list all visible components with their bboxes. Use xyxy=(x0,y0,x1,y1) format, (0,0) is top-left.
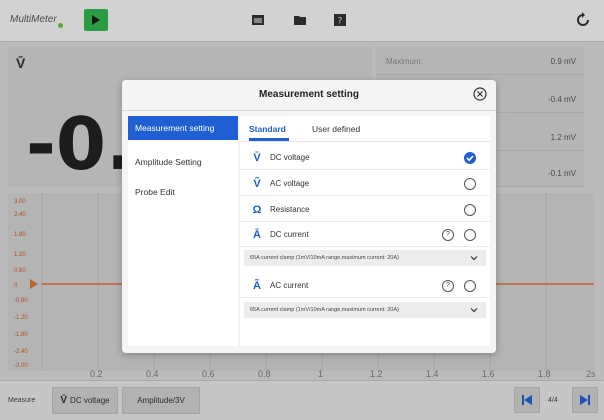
radio-unselected[interactable] xyxy=(464,178,476,190)
tab-bar: Standard User defined xyxy=(240,116,490,142)
active-tab-indicator xyxy=(249,138,289,141)
tab-standard[interactable]: Standard xyxy=(249,124,286,134)
ac-current-icon: Ã xyxy=(253,280,261,292)
dialog-title: Measurement setting xyxy=(258,89,360,100)
dialog-content: Standard User defined V̄ DC voltage Ṽ AC… xyxy=(240,116,490,346)
tab-user-defined[interactable]: User defined xyxy=(312,124,360,134)
radio-unselected[interactable] xyxy=(464,229,476,241)
ohm-icon: Ω xyxy=(252,204,262,216)
dialog-sidebar: Measurement setting Amplitude Setting Pr… xyxy=(128,116,238,346)
help-icon[interactable]: ? xyxy=(442,280,454,292)
chevron-down-icon xyxy=(470,308,478,313)
option-label: AC current xyxy=(270,281,309,290)
dc-voltage-icon: V̄ xyxy=(253,152,261,164)
option-label: Resistance xyxy=(270,205,310,214)
measurement-setting-dialog: Measurement setting Measurement setting … xyxy=(122,80,496,353)
radio-unselected[interactable] xyxy=(464,280,476,292)
option-label: DC current xyxy=(270,230,309,239)
option-dc-current[interactable]: Ā DC current ? xyxy=(240,223,490,247)
option-dc-voltage[interactable]: V̄ DC voltage xyxy=(240,146,490,170)
chevron-down-icon xyxy=(470,256,478,261)
radio-selected[interactable] xyxy=(464,152,476,164)
probe-description: 65A current clamp (1mV/10mA range,maximu… xyxy=(250,307,399,313)
probe-description: 65A current clamp (1mV/10mA range,maximu… xyxy=(250,255,399,261)
help-icon[interactable]: ? xyxy=(442,229,454,241)
close-button[interactable] xyxy=(472,86,488,102)
sidebar-item-label: Amplitude Setting xyxy=(135,157,202,167)
dc-current-probe-dropdown[interactable]: 65A current clamp (1mV/10mA range,maximu… xyxy=(244,250,486,266)
sidebar-item-label: Probe Edit xyxy=(135,187,175,197)
sidebar-item-probe-edit[interactable]: Probe Edit xyxy=(128,180,238,204)
radio-unselected[interactable] xyxy=(464,204,476,216)
close-icon xyxy=(473,87,487,101)
option-label: DC voltage xyxy=(270,153,310,162)
option-ac-current[interactable]: Ã AC current ? xyxy=(240,274,490,298)
ac-voltage-icon: Ṽ xyxy=(253,178,261,190)
dialog-header: Measurement setting xyxy=(122,80,496,111)
sidebar-item-label: Measurement setting xyxy=(135,123,215,133)
option-label: AC voltage xyxy=(270,179,310,188)
option-resistance[interactable]: Ω Resistance xyxy=(240,198,490,222)
sidebar-item-amplitude-setting[interactable]: Amplitude Setting xyxy=(128,150,238,174)
ac-current-probe-dropdown[interactable]: 65A current clamp (1mV/10mA range,maximu… xyxy=(244,302,486,318)
option-ac-voltage[interactable]: Ṽ AC voltage xyxy=(240,172,490,196)
dc-current-icon: Ā xyxy=(253,229,261,241)
sidebar-item-measurement-setting[interactable]: Measurement setting xyxy=(128,116,238,140)
check-icon xyxy=(466,155,474,162)
